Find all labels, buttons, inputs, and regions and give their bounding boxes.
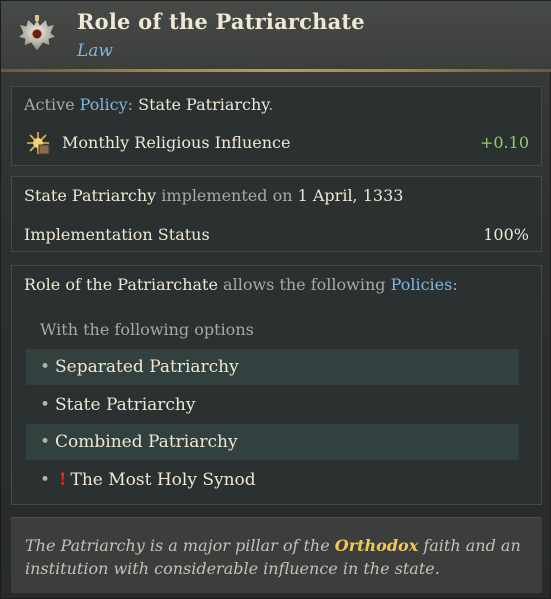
bullet-icon: • xyxy=(40,395,51,415)
policy-option-combined[interactable]: • Combined Patriarchy xyxy=(26,424,519,460)
active-policy-line: Active Policy: State Patriarchy. xyxy=(24,95,273,114)
implementation-status-label: Implementation Status xyxy=(24,225,210,244)
law-title: Role of the Patriarchate xyxy=(77,9,365,34)
active-label: Active xyxy=(24,95,75,114)
option-label: Separated Patriarchy xyxy=(55,357,239,377)
modifier-value: +0.10 xyxy=(479,133,529,152)
implementation-status-value: 100% xyxy=(483,225,529,244)
modifier-label: Monthly Religious Influence xyxy=(62,133,291,152)
implementation-line: State Patriarchy implemented on 1 April,… xyxy=(24,186,403,205)
implemented-policy-name[interactable]: State Patriarchy xyxy=(24,186,156,205)
policy-option-holy-synod[interactable]: •! The Most Holy Synod xyxy=(26,462,519,498)
policies-link[interactable]: Policies xyxy=(391,275,453,294)
bullet-icon: • xyxy=(40,357,51,377)
option-label: State Patriarchy xyxy=(55,395,196,415)
options-heading: With the following options xyxy=(40,320,254,339)
allows-heading: Role of the Patriarchate allows the foll… xyxy=(24,275,458,294)
religious-influence-icon xyxy=(27,132,50,155)
warning-icon: ! xyxy=(59,470,67,490)
allowed-policies-panel: Role of the Patriarchate allows the foll… xyxy=(11,265,542,505)
flavor-text-box: The Patriarchy is a major pillar of the … xyxy=(11,517,542,593)
bullet-icon: • xyxy=(40,470,51,490)
option-label: The Most Holy Synod xyxy=(70,470,256,490)
policy-option-state[interactable]: • State Patriarchy xyxy=(26,387,519,423)
allows-colon: : xyxy=(452,275,458,294)
allows-text: allows the following xyxy=(223,275,386,294)
bullet-icon: • xyxy=(40,432,51,452)
policy-period: . xyxy=(268,95,274,114)
faith-highlight[interactable]: Orthodox xyxy=(335,536,418,555)
header-divider xyxy=(1,69,551,72)
flavor-text: The Patriarchy is a major pillar of the … xyxy=(25,534,530,580)
law-name-link[interactable]: Role of the Patriarchate xyxy=(24,275,218,294)
active-policy-panel: Active Policy: State Patriarchy. Monthly… xyxy=(11,86,542,166)
flavor-part-1: The Patriarchy is a major pillar of the xyxy=(25,536,330,555)
tooltip-header: Role of the Patriarchate Law xyxy=(1,1,551,71)
active-policy-name[interactable]: State Patriarchy xyxy=(138,95,268,114)
law-category: Law xyxy=(77,41,113,61)
implementation-date: 1 April, 1333 xyxy=(297,186,404,205)
policy-link[interactable]: Policy xyxy=(80,95,128,114)
implemented-on-text: implemented on xyxy=(161,186,293,205)
double-headed-eagle-icon xyxy=(17,15,57,52)
policy-colon: : xyxy=(127,95,134,114)
implementation-panel: State Patriarchy implemented on 1 April,… xyxy=(11,176,542,252)
law-tooltip: Role of the Patriarchate Law Active Poli… xyxy=(0,0,551,599)
policy-option-separated[interactable]: • Separated Patriarchy xyxy=(26,349,519,385)
option-label: Combined Patriarchy xyxy=(55,432,238,452)
